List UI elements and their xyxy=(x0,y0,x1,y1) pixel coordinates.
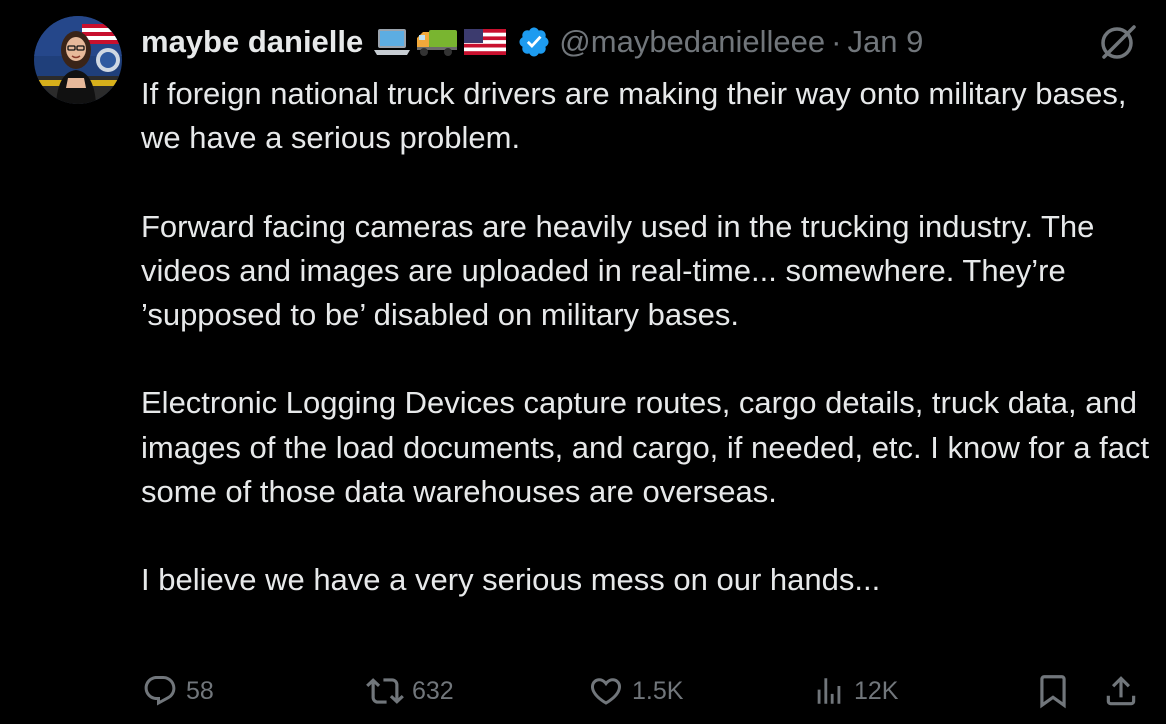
us-flag-emoji-icon xyxy=(464,29,507,55)
separator-dot: · xyxy=(831,24,842,59)
tweet-paragraph: Electronic Logging Devices capture route… xyxy=(141,385,1150,509)
tweet-paragraph: If foreign national truck drivers are ma… xyxy=(141,76,1127,156)
grok-icon[interactable] xyxy=(1096,20,1140,64)
tweet-date[interactable]: Jan 9 xyxy=(847,24,923,60)
action-bar: 58 632 1.5K 12K xyxy=(0,668,1166,714)
like-count: 1.5K xyxy=(632,676,684,705)
tweet-text: If foreign national truck drivers are ma… xyxy=(141,72,1151,647)
avatar[interactable] xyxy=(34,16,122,104)
avatar-image xyxy=(34,16,122,104)
like-button[interactable]: 1.5K xyxy=(588,668,683,714)
share-button[interactable] xyxy=(1102,668,1140,714)
laptop-emoji-icon xyxy=(374,29,411,55)
repost-icon xyxy=(366,678,404,704)
repost-count: 632 xyxy=(412,676,454,705)
bookmark-button[interactable] xyxy=(1034,668,1072,714)
reply-button[interactable]: 58 xyxy=(142,668,214,714)
delivery-truck-emoji-icon xyxy=(417,30,458,56)
views-count: 12K xyxy=(854,676,899,705)
share-icon xyxy=(1106,676,1136,706)
reply-count: 58 xyxy=(186,676,214,705)
repost-button[interactable]: 632 xyxy=(366,668,454,714)
display-name[interactable]: maybe danielle xyxy=(141,24,363,60)
name-emojis xyxy=(373,26,507,58)
heart-icon xyxy=(590,678,622,705)
bookmark-icon xyxy=(1040,675,1066,709)
tweet-paragraph: Forward facing cameras are heavily used … xyxy=(141,208,1095,332)
views-button[interactable]: 12K xyxy=(812,668,898,714)
tweet-paragraph: I believe we have a very serious mess on… xyxy=(141,562,881,598)
author-handle[interactable]: @maybedanielleee xyxy=(559,24,825,60)
views-chart-icon xyxy=(817,678,841,704)
tweet-header: maybe danielle @maybedanielleee · Jan 9 xyxy=(141,20,923,64)
verified-badge-icon[interactable] xyxy=(517,25,551,59)
reply-icon xyxy=(144,676,176,706)
tweet: maybe danielle @maybedanielleee · Jan 9 … xyxy=(0,0,1166,724)
